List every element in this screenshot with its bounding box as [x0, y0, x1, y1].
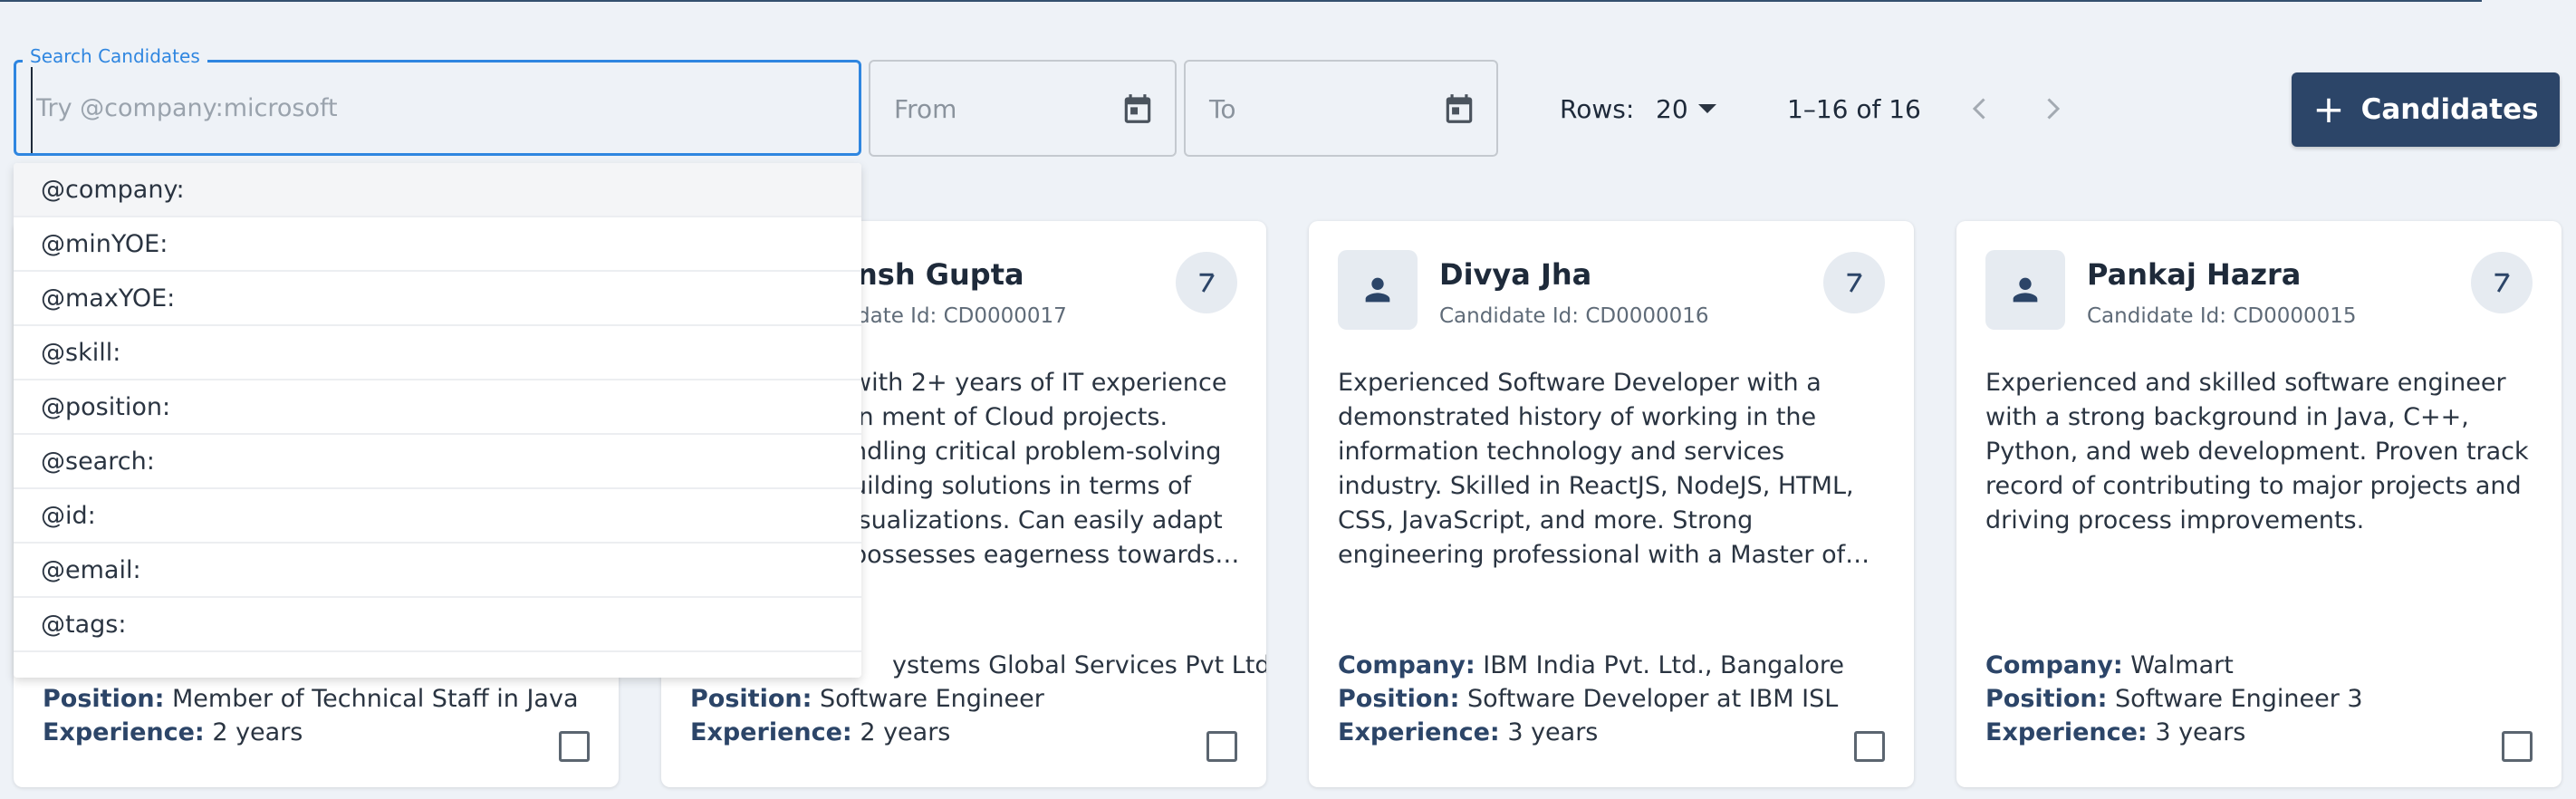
candidate-name: nsh Gupta: [857, 257, 1024, 292]
date-to-field[interactable]: To: [1184, 60, 1498, 157]
add-candidates-label: Candidates: [2360, 93, 2539, 126]
suggestion-position[interactable]: @position:: [14, 380, 861, 435]
chevron-down-icon[interactable]: [1698, 104, 1716, 113]
card-company: Company: IBM India Pvt. Ltd., Bangalore: [1338, 651, 1845, 679]
candidate-name: Divya Jha: [1439, 257, 1592, 292]
date-to-placeholder: To: [1209, 94, 1236, 124]
avatar: [1338, 250, 1418, 330]
card-experience: Experience: 2 years: [690, 718, 951, 746]
card-company: Company: Walmart: [1985, 651, 2234, 679]
rows-label: Rows:: [1560, 94, 1635, 124]
card-position: Position: Member of Technical Staff in J…: [43, 685, 579, 713]
candidate-card[interactable]: Divya Jha Candidate Id: CD0000016 Experi…: [1309, 221, 1914, 787]
search-input[interactable]: [31, 63, 837, 153]
date-from-field[interactable]: From: [869, 60, 1177, 157]
next-page-button[interactable]: [2036, 91, 2069, 127]
open-candidate-button[interactable]: [2471, 252, 2533, 313]
open-candidate-button[interactable]: [1823, 252, 1885, 313]
card-position: Position: Software Engineer: [690, 685, 1044, 713]
candidate-summary: with 2+ years of IT experience in ment o…: [851, 369, 1240, 569]
suggestion-skill[interactable]: @skill:: [14, 326, 861, 380]
candidate-summary: Experienced Software Developer with a de…: [1338, 369, 1854, 569]
arrow-up-right-icon: [1847, 273, 1862, 293]
select-checkbox[interactable]: [2502, 731, 2533, 762]
card-position: Position: Software Developer at IBM ISL: [1338, 685, 1839, 713]
candidate-summary: Experienced and skilled software enginee…: [1985, 369, 2529, 534]
card-position: Position: Software Engineer 3: [1985, 685, 2363, 713]
suggestion-max-yoe[interactable]: @maxYOE:: [14, 272, 861, 326]
candidate-card[interactable]: Pankaj Hazra Candidate Id: CD0000015 Exp…: [1956, 221, 2562, 787]
previous-page-button[interactable]: [1964, 91, 1996, 127]
date-from-placeholder: From: [894, 94, 957, 124]
suggestion-id[interactable]: @id:: [14, 489, 861, 544]
pagination-range: 1–16 of 16: [1787, 94, 1921, 124]
candidate-id: Candidate Id: CD0000015: [2087, 304, 2357, 328]
suggestion-company[interactable]: @company:: [14, 163, 861, 217]
add-candidates-button[interactable]: + Candidates: [2292, 72, 2560, 147]
suggestion-tags[interactable]: @tags:: [14, 598, 861, 652]
arrow-up-right-icon: [2494, 273, 2510, 293]
card-company: ystems Global Services Pvt Ltd: [892, 651, 1266, 679]
search-field[interactable]: [14, 60, 861, 156]
select-checkbox[interactable]: [559, 731, 590, 762]
card-experience: Experience: 3 years: [1985, 718, 2246, 746]
open-candidate-button[interactable]: [1176, 252, 1237, 313]
search-label: Search Candidates: [23, 45, 207, 67]
avatar: [1985, 250, 2065, 330]
select-checkbox[interactable]: [1206, 731, 1237, 762]
arrow-up-right-icon: [1199, 273, 1215, 293]
person-icon: [2013, 277, 2038, 303]
suggestion-email[interactable]: @email:: [14, 544, 861, 598]
calendar-icon[interactable]: [1120, 91, 1155, 127]
candidate-id: Candidate Id: CD0000016: [1439, 304, 1709, 328]
candidate-name: Pankaj Hazra: [2087, 257, 2302, 292]
suggestion-min-yoe[interactable]: @minYOE:: [14, 217, 861, 272]
candidate-id: date Id: CD0000017: [857, 304, 1067, 328]
person-icon: [1365, 277, 1390, 303]
suggestion-search[interactable]: @search:: [14, 435, 861, 489]
card-experience: Experience: 2 years: [43, 718, 303, 746]
plus-icon: +: [2312, 87, 2345, 131]
card-experience: Experience: 3 years: [1338, 718, 1599, 746]
rows-per-page-select[interactable]: 20: [1656, 94, 1688, 124]
header-divider: [0, 0, 2482, 2]
select-checkbox[interactable]: [1854, 731, 1885, 762]
calendar-icon[interactable]: [1442, 91, 1476, 127]
search-suggestions: @company: @minYOE: @maxYOE: @skill: @pos…: [14, 163, 861, 678]
